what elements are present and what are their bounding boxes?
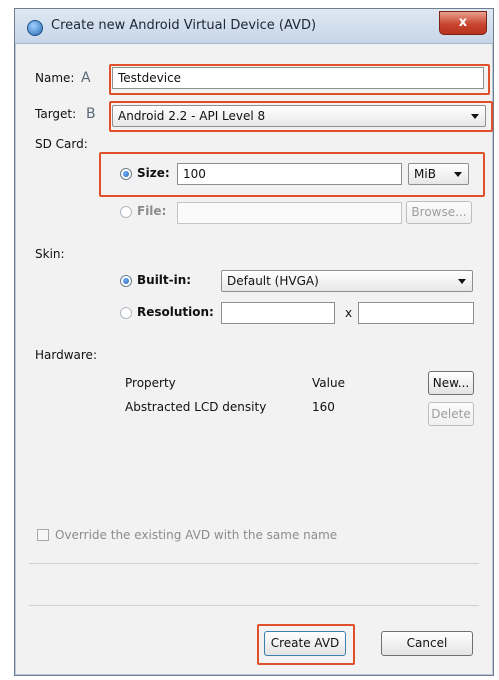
builtin-radio[interactable]: [120, 275, 132, 287]
hardware-new-button[interactable]: New...: [428, 371, 474, 395]
target-marker: B: [86, 106, 96, 122]
create-avd-dialog: Create new Android Virtual Device (AVD) …: [14, 8, 494, 676]
file-path-field[interactable]: [177, 202, 402, 224]
resolution-label: Resolution:: [137, 305, 214, 319]
size-label: Size:: [137, 166, 170, 180]
override-label: Override the existing AVD with the same …: [55, 528, 338, 542]
size-field[interactable]: 100: [177, 163, 402, 185]
target-select-value: Android 2.2 - API Level 8: [118, 109, 266, 123]
size-radio[interactable]: [120, 168, 132, 180]
name-field[interactable]: Testdevice: [112, 67, 484, 89]
size-unit-select[interactable]: MiB: [408, 163, 469, 185]
hardware-row-property[interactable]: Abstracted LCD density: [125, 400, 266, 414]
cancel-button[interactable]: Cancel: [381, 631, 473, 656]
separator-bottom: [29, 605, 479, 606]
file-radio[interactable]: [120, 206, 132, 218]
file-label: File:: [137, 204, 167, 218]
skin-select[interactable]: Default (HVGA): [221, 270, 473, 292]
skin-dropdown-icon: [458, 279, 466, 284]
create-avd-button[interactable]: Create AVD: [264, 631, 346, 656]
resolution-radio[interactable]: [120, 307, 132, 319]
size-unit-dropdown-icon: [454, 172, 462, 177]
hardware-row-value[interactable]: 160: [312, 400, 335, 414]
close-button[interactable]: x: [439, 11, 487, 35]
target-select[interactable]: Android 2.2 - API Level 8: [112, 105, 486, 127]
hardware-delete-button[interactable]: Delete: [428, 402, 474, 426]
resolution-height-field[interactable]: [358, 302, 474, 324]
name-label: Name:: [35, 71, 75, 85]
name-marker: A: [81, 70, 91, 86]
hardware-column-property: Property: [125, 376, 176, 390]
builtin-label: Built-in:: [137, 273, 192, 287]
target-dropdown-icon: [471, 114, 479, 119]
target-label: Target:: [35, 107, 77, 121]
size-unit-value: MiB: [414, 167, 436, 181]
browse-button[interactable]: Browse...: [406, 201, 472, 224]
sdcard-label: SD Card:: [35, 137, 88, 151]
resolution-x-label: x: [345, 306, 353, 320]
title-bar: Create new Android Virtual Device (AVD) …: [15, 9, 493, 44]
resolution-width-field[interactable]: [221, 302, 335, 324]
override-checkbox[interactable]: [37, 529, 49, 541]
eclipse-icon: [27, 20, 43, 36]
skin-label: Skin:: [35, 247, 65, 261]
hardware-label: Hardware:: [35, 348, 97, 362]
window-title: Create new Android Virtual Device (AVD): [51, 18, 317, 33]
separator-top: [29, 563, 479, 564]
skin-select-value: Default (HVGA): [227, 274, 319, 288]
hardware-column-value: Value: [312, 376, 345, 390]
